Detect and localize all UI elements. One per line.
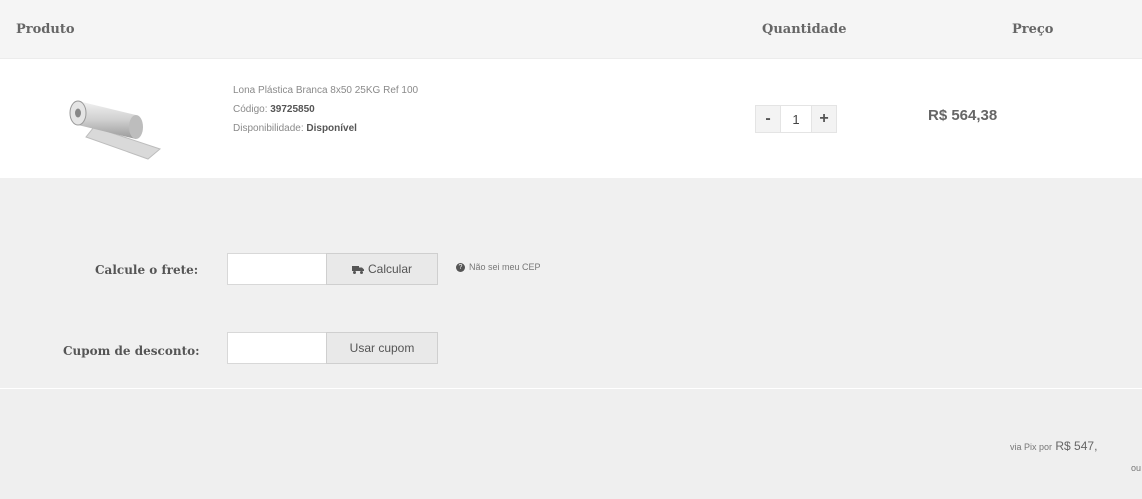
quantity-value[interactable]: 1 (781, 105, 811, 133)
cart-table-header: Produto Quantidade Preço (0, 0, 1142, 59)
product-availability: Disponibilidade: Disponível (233, 123, 357, 134)
quantity-increase-button[interactable]: + (811, 105, 837, 133)
availability-label: Disponibilidade: (233, 123, 304, 134)
question-icon: ? (456, 262, 465, 272)
item-price: R$ 564,38 (928, 107, 998, 124)
payment-alternative-text: ou (1131, 463, 1142, 473)
cep-help-link[interactable]: ? Não sei meu CEP (456, 262, 541, 272)
shipping-label: Calcule o frete: (95, 263, 199, 277)
product-image[interactable] (64, 79, 168, 161)
quantity-stepper: - 1 + (755, 105, 837, 133)
quantity-decrease-button[interactable]: - (755, 105, 781, 133)
product-name[interactable]: Lona Plástica Branca 8x50 25KG Ref 100 (233, 85, 418, 96)
product-code-label: Código: (233, 104, 268, 115)
column-header-preco: Preço (1012, 22, 1054, 37)
cep-help-text: Não sei meu CEP (469, 262, 541, 272)
product-code: Código: 39725850 (233, 104, 315, 115)
calculate-button-label: Calcular (367, 262, 412, 276)
calculate-shipping-button[interactable]: Calcular (326, 253, 438, 285)
cart-actions-panel: Calcule o frete: Calcular ? Não sei meu … (0, 178, 1142, 388)
truck-icon (351, 266, 364, 274)
product-code-value: 39725850 (270, 104, 315, 115)
column-header-quantidade: Quantidade (762, 22, 847, 37)
availability-value: Disponível (306, 123, 357, 134)
column-header-produto: Produto (16, 22, 75, 37)
coupon-input[interactable] (227, 332, 327, 364)
cep-input[interactable] (227, 253, 327, 285)
pix-prefix: via Pix por (1010, 442, 1053, 452)
cart-totals: via Pix por R$ 547, ou (0, 389, 1142, 499)
pix-value: R$ 547, (1055, 439, 1098, 453)
coupon-label: Cupom de desconto: (63, 344, 200, 358)
pix-total: via Pix por R$ 547, (1010, 439, 1097, 453)
cart-item-row: Lona Plástica Branca 8x50 25KG Ref 100 C… (0, 59, 1142, 177)
apply-coupon-button[interactable]: Usar cupom (326, 332, 438, 364)
